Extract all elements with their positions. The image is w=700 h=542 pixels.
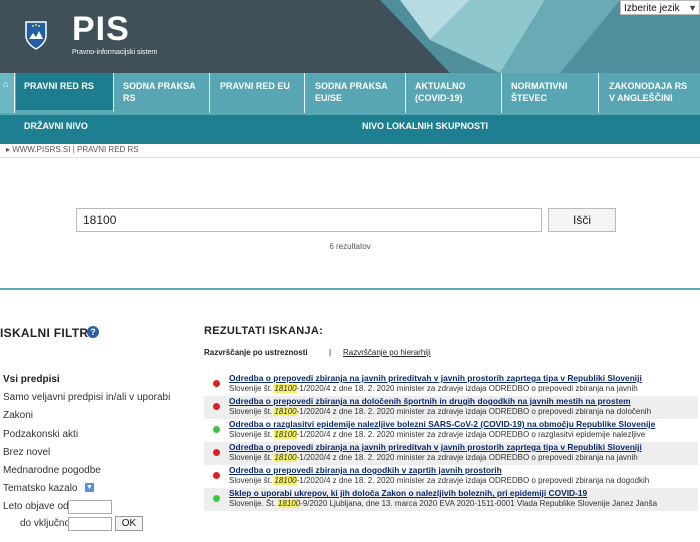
filter-brez-novel[interactable]: Brez novel [3, 447, 50, 458]
result-title-link[interactable]: Odredba o prepovedi zbiranja na določeni… [229, 396, 631, 406]
breadcrumb-text: WWW.PISRS.SI | PRAVNI RED RS [12, 145, 139, 154]
filter-samo-veljavni[interactable]: Samo veljavni predpisi in/ali v uporabi [3, 392, 170, 403]
result-item: Odredba o razglasitvi epidemije nalezlji… [204, 419, 698, 442]
date-from-input[interactable] [68, 500, 112, 514]
nav2-item-label: DRŽAVNI NIVO [24, 121, 88, 131]
snippet-pre: Slovenije. Št. [229, 499, 278, 508]
result-snippet: Slovenije št. 18100-1/2020/4 z dne 18. 2… [229, 476, 697, 485]
nav-item-pravni-red-eu[interactable]: PRAVNI RED EU [212, 73, 305, 113]
date-to-label: do vključno [20, 518, 71, 529]
results-title: REZULTATI ISKANJA: [204, 325, 324, 337]
result-count: 6 rezultatov [329, 242, 371, 251]
filter-podzakonski-akti[interactable]: Podzakonski akti [3, 429, 78, 440]
section-divider [0, 288, 700, 290]
nav-item-lokalne-skupnosti[interactable]: NIVO LOKALNIH SKUPNOSTI [354, 115, 694, 144]
snippet-post: -1/2020/4 z dne 18. 2. 2020 minister za … [296, 453, 638, 462]
nav-item-label: PRAVNI RED RS [24, 81, 94, 91]
expand-icon[interactable]: ▼ [85, 483, 94, 492]
status-red-icon [213, 380, 220, 387]
sort-hierarchy[interactable]: Razvrščanje po hierarhiji [343, 348, 431, 357]
filter-vsi-predpisi[interactable]: Vsi predpisi [3, 374, 60, 385]
chevron-down-icon: ▼ [688, 3, 697, 13]
sort-separator: | [329, 348, 332, 357]
nav-item-pravni-red-rs[interactable]: PRAVNI RED RS [16, 73, 114, 113]
status-red-icon [213, 472, 220, 479]
filter-zakoni[interactable]: Zakoni [3, 410, 33, 421]
nav-item-sodna-praksa-rs[interactable]: SODNA PRAKSA RS [115, 73, 210, 113]
nav-item-label: NORMATIVNI ŠTEVEC [511, 81, 568, 103]
nav-item-label: SODNA PRAKSA EU/SE [315, 81, 388, 103]
status-red-icon [213, 403, 220, 410]
nav-item-label: SODNA PRAKSA RS [123, 81, 196, 103]
snippet-pre: Slovenije št. [229, 384, 275, 393]
result-snippet: Slovenije št. 18100-1/2020/4 z dne 18. 2… [229, 384, 697, 393]
result-title-link[interactable]: Odredba o prepovedi zbiranja na javnih p… [229, 442, 642, 452]
site-header: PIS Pravno-informacijski sistem Izberite… [0, 0, 700, 73]
filter-mednarodne-pogodbe[interactable]: Mednarodne pogodbe [3, 465, 101, 476]
snippet-highlight: 18100 [274, 407, 297, 416]
result-item: Odredba o prepovedi zbiranja na javnih p… [204, 442, 698, 465]
snippet-pre: Slovenije št. [229, 430, 275, 439]
status-green-icon [213, 426, 220, 433]
result-item: Odredba o prepovedi zbiranja na določeni… [204, 396, 698, 419]
search-input[interactable] [76, 208, 542, 232]
result-title-link[interactable]: Odredba o razglasitvi epidemije nalezlji… [229, 419, 655, 429]
nav-item-drzavni-nivo[interactable]: DRŽAVNI NIVO [16, 115, 346, 144]
logo-text[interactable]: PIS [72, 10, 130, 49]
sort-relevance[interactable]: Razvrščanje po ustreznosti [204, 348, 308, 357]
nav-item-normativni-stevec[interactable]: NORMATIVNI ŠTEVEC [503, 73, 599, 113]
home-button[interactable]: ⌂ [0, 73, 15, 113]
home-icon: ⌂ [3, 79, 9, 89]
nav-item-label: ZAKONODAJA RS V ANGLEŠČINI [609, 81, 688, 103]
divider [0, 157, 700, 158]
result-snippet: Slovenije št. 18100-1/2020/4 z dne 18. 2… [229, 407, 697, 416]
snippet-pre: Slovenije št. [229, 407, 275, 416]
ok-button[interactable]: OK [115, 516, 143, 531]
result-title-link[interactable]: Odredba o prepovedi zbiranja na dogodkih… [229, 465, 502, 475]
snippet-highlight: 18100 [274, 476, 297, 485]
nav-item-label: PRAVNI RED EU [220, 81, 290, 91]
filters-title: ISKALNI FILTRI [0, 326, 92, 340]
filter-tematsko-kazalo[interactable]: Tematsko kazalo [3, 483, 77, 494]
nav-item-aktualno[interactable]: AKTUALNO (COVID-19) [407, 73, 502, 113]
nav-item-zakonodaja-anglescina[interactable]: ZAKONODAJA RS V ANGLEŠČINI [601, 73, 700, 113]
snippet-highlight: 18100 [274, 453, 297, 462]
snippet-post: -1/2020/4 z dne 18. 2. 2020 minister za … [296, 430, 646, 439]
search-button[interactable]: Išči [548, 208, 616, 232]
nav2-item-label: NIVO LOKALNIH SKUPNOSTI [362, 121, 489, 131]
snippet-highlight: 18100 [274, 430, 297, 439]
language-select[interactable]: Izberite jezik ▼ [620, 0, 700, 15]
snippet-post: -9/2020 Ljubljana, dne 13. marca 2020 EV… [300, 499, 658, 508]
snippet-pre: Slovenije št. [229, 476, 275, 485]
breadcrumb[interactable]: ▸ WWW.PISRS.SI | PRAVNI RED RS [6, 145, 139, 154]
nav-item-label: AKTUALNO (COVID-19) [415, 81, 466, 103]
snippet-post: -1/2020/4 z dne 18. 2. 2020 minister za … [296, 384, 638, 393]
snippet-post: -1/2020/4 z dne 18. 2. 2020 minister za … [296, 476, 650, 485]
result-snippet: Slovenije št. 18100-1/2020/4 z dne 18. 2… [229, 430, 697, 439]
result-title-link[interactable]: Sklep o uporabi ukrepov, ki jih določa Z… [229, 488, 587, 498]
status-green-icon [213, 495, 220, 502]
date-from-label: Leto objave od [3, 501, 69, 512]
help-icon[interactable]: ? [87, 326, 99, 338]
result-snippet: Slovenije št. 18100-1/2020/4 z dne 18. 2… [229, 453, 697, 462]
result-item: Odredba o prepovedi zbiranja na javnih p… [204, 373, 698, 396]
result-snippet: Slovenije. Št. 18100-9/2020 Ljubljana, d… [229, 499, 697, 508]
result-item: Sklep o uporabi ukrepov, ki jih določa Z… [204, 488, 698, 511]
language-select-label: Izberite jezik [624, 3, 680, 14]
logo-subtitle: Pravno-informacijski sistem [72, 49, 158, 56]
secondary-nav: DRŽAVNI NIVO NIVO LOKALNIH SKUPNOSTI [0, 115, 700, 144]
snippet-pre: Slovenije št. [229, 453, 275, 462]
primary-nav: ⌂ PRAVNI RED RS SODNA PRAKSA RS PRAVNI R… [0, 73, 700, 115]
nav-item-sodna-praksa-eu[interactable]: SODNA PRAKSA EU/SE [307, 73, 406, 113]
snippet-highlight: 18100 [274, 384, 297, 393]
date-to-input[interactable] [68, 517, 112, 531]
snippet-highlight: 18100 [277, 499, 301, 508]
result-title-link[interactable]: Odredba o prepovedi zbiranja na javnih p… [229, 373, 642, 383]
slovenia-emblem-icon [25, 21, 47, 50]
result-item: Odredba o prepovedi zbiranja na dogodkih… [204, 465, 698, 488]
status-red-icon [213, 449, 220, 456]
snippet-post: -1/2020/4 z dne 18. 2. 2020 minister za … [296, 407, 652, 416]
